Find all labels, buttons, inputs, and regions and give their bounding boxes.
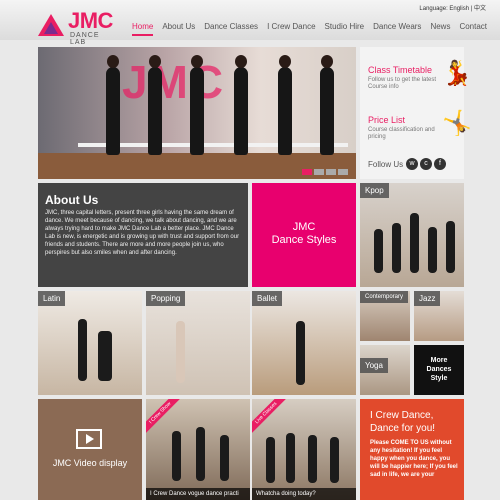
hero-floor [38, 153, 356, 179]
hero-dancer [234, 55, 248, 155]
dancer-figure [374, 229, 383, 273]
slider-dot[interactable] [338, 169, 348, 175]
dancer-figure [410, 213, 419, 273]
nav-about-us[interactable]: About Us [162, 22, 195, 36]
facebook-icon[interactable]: f [434, 158, 446, 170]
dancer-figure [286, 433, 295, 483]
price-list-link[interactable]: Price List [368, 115, 405, 125]
video-display-label: JMC Video display [52, 458, 128, 468]
nav-contact[interactable]: Contact [459, 22, 487, 36]
latin-label: Latin [38, 291, 66, 306]
yoga-label: Yoga [360, 358, 388, 373]
hero-dancer [320, 55, 334, 155]
kpop-tile[interactable]: Kpop [360, 183, 464, 287]
class-timetable-desc: Follow us to get the latest Course info [368, 77, 437, 90]
dancer-figure [220, 435, 229, 481]
contemporary-label: Contemporary [360, 291, 409, 303]
more-line1: More [430, 357, 448, 364]
more-line3: Style [430, 375, 448, 382]
hero-watermark: JMC [122, 56, 226, 108]
dancer-figure [172, 431, 181, 481]
video-clip[interactable]: I Crew Show I Crew Dance vogue dance pra… [146, 399, 250, 500]
dancer-figure [330, 437, 339, 483]
about-us-tile[interactable]: About Us JMC, three capital letters, pre… [38, 183, 248, 287]
hero-dancer [190, 55, 204, 155]
dancer-figure [266, 437, 275, 483]
nav-dance-classes[interactable]: Dance Classes [204, 22, 258, 36]
dancer-figure [78, 319, 87, 381]
promo-title: I Crew Dance, Dance for you! [370, 410, 436, 434]
video-clip[interactable]: Live Classes Whatcha doing today? [252, 399, 356, 500]
clip-caption: Whatcha doing today? [252, 488, 356, 500]
logo-triangle-inner-icon [44, 22, 58, 34]
wechat-icon[interactable]: c [420, 158, 432, 170]
nav-news[interactable]: News [430, 22, 450, 36]
latin-tile[interactable]: Latin [38, 291, 142, 395]
language-switcher[interactable]: Language: English | 中文 [419, 3, 486, 12]
more-line2: Dances [426, 366, 452, 373]
dancer-figure [428, 227, 437, 273]
logo[interactable]: JMC DANCE LAB [38, 8, 118, 46]
logo-subtext: DANCE LAB [70, 32, 100, 46]
main-nav: Home About Us Dance Classes I Crew Dance… [132, 22, 496, 36]
price-list-desc: Course classification and pricing [368, 127, 435, 140]
nav-home[interactable]: Home [132, 22, 154, 36]
dance-styles-line2: Dance Styles [271, 234, 337, 246]
dancer-figure [296, 321, 305, 385]
slider-dots [302, 169, 348, 175]
dancer-figure [98, 331, 112, 381]
yoga-tile[interactable]: Yoga [360, 345, 410, 395]
dancer-figure [392, 223, 401, 273]
popping-label: Popping [146, 291, 186, 306]
clip-caption: I Crew Dance vogue dance practi [146, 488, 250, 500]
header-bar: JMC DANCE LAB Language: English | 中文 Hom… [0, 0, 500, 46]
promo-tile[interactable]: I Crew Dance, Dance for you! Please COME… [360, 399, 464, 500]
slider-dot[interactable] [314, 169, 324, 175]
nav-i-crew-dance[interactable]: I Crew Dance [267, 22, 315, 36]
nav-dance-wears[interactable]: Dance Wears [373, 22, 421, 36]
dancer-silhouette-icon: 💃 [442, 60, 472, 87]
hero-dancer [106, 55, 120, 155]
contemporary-tile[interactable]: Contemporary [360, 291, 410, 341]
dancer-figure [308, 435, 317, 483]
slider-dot[interactable] [302, 169, 312, 175]
hero-slider[interactable]: JMC [38, 47, 356, 179]
video-display-tile[interactable]: JMC Video display [38, 399, 142, 500]
side-panel: Class Timetable Follow us to get the lat… [360, 47, 472, 179]
weibo-icon[interactable]: w [406, 158, 418, 170]
more-dance-styles-tile[interactable]: More Dances Style [414, 345, 464, 395]
nav-studio-hire[interactable]: Studio Hire [325, 22, 365, 36]
dancer-figure [196, 427, 205, 481]
about-us-body: JMC, three capital letters, present thre… [45, 210, 240, 256]
clip-ribbon: Live Classes [252, 399, 289, 436]
about-us-title: About Us [45, 193, 99, 207]
slider-dot[interactable] [326, 169, 336, 175]
dance-styles-line1: JMC [292, 221, 316, 233]
logo-text: JMC [68, 8, 113, 33]
hero-dancer [148, 55, 162, 155]
dance-styles-tile[interactable]: JMC Dance Styles [252, 183, 356, 287]
follow-us-label: Follow Us [368, 160, 404, 169]
dancer-figure [446, 221, 455, 273]
jazz-tile[interactable]: Jazz [414, 291, 464, 341]
dancer-figure [176, 321, 185, 383]
promo-body: Please COME TO US without any hesitation… [370, 440, 458, 478]
kpop-label: Kpop [360, 183, 389, 198]
play-icon [76, 429, 102, 449]
popping-tile[interactable]: Popping [146, 291, 250, 395]
hero-dancer [278, 55, 292, 155]
class-timetable-link[interactable]: Class Timetable [368, 65, 432, 75]
ballet-label: Ballet [252, 291, 283, 306]
jazz-label: Jazz [414, 291, 441, 306]
ballet-tile[interactable]: Ballet [252, 291, 356, 395]
dancer-silhouette-icon: 🤸 [442, 110, 472, 137]
